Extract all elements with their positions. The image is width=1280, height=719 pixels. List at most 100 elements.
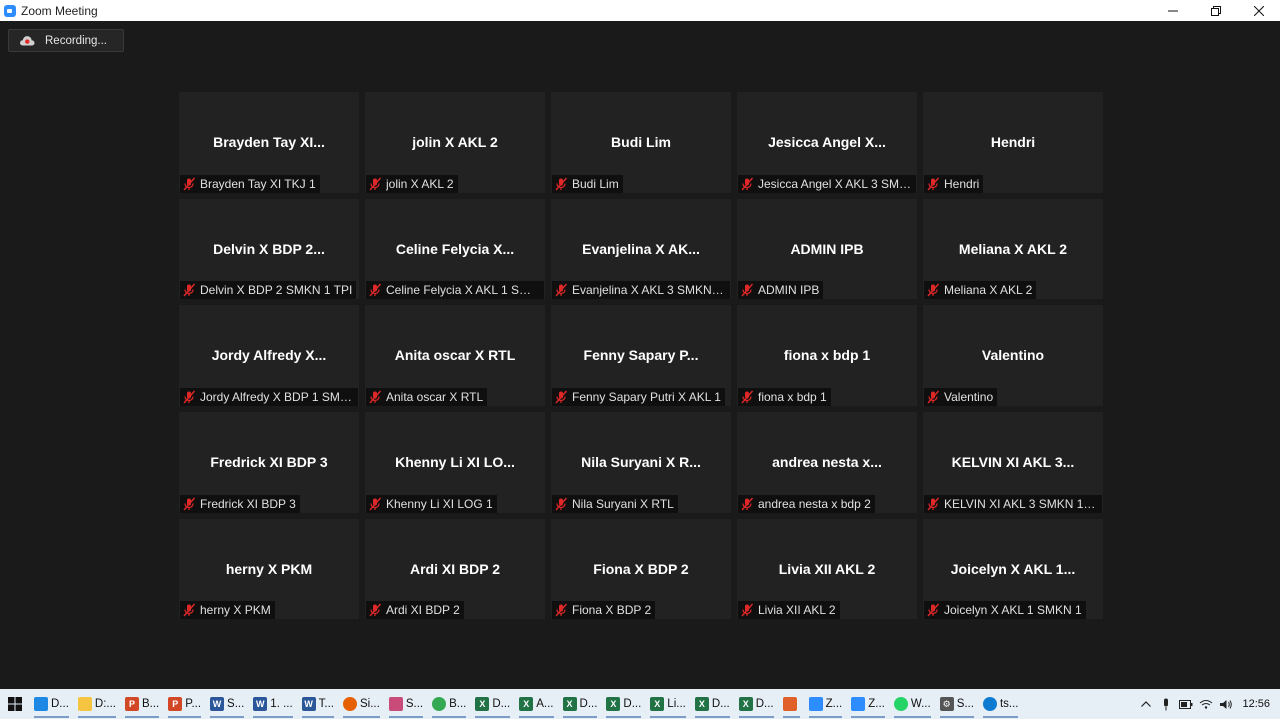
taskbar-item[interactable]: X D... — [471, 689, 514, 719]
participant-tile[interactable]: Meliana X AKL 2 Meliana X AKL 2 — [923, 198, 1103, 300]
taskbar-item[interactable]: X A... — [515, 689, 557, 719]
restore-button[interactable] — [1194, 0, 1237, 21]
minimize-button[interactable] — [1151, 0, 1194, 21]
taskbar-item[interactable]: D... — [30, 689, 73, 719]
excel-icon: X — [738, 697, 753, 711]
participant-tile[interactable]: fiona x bdp 1 fiona x bdp 1 — [737, 305, 917, 406]
speaker-icon[interactable] — [1216, 689, 1236, 719]
participant-tile[interactable]: herny X PKM herny X PKM — [179, 518, 359, 620]
start-button[interactable] — [0, 689, 30, 719]
muted-mic-icon — [927, 390, 940, 404]
participant-name-label: Nila Suryani X RTL — [552, 494, 678, 513]
participant-tile[interactable]: ADMIN IPB ADMIN IPB — [737, 198, 917, 300]
participant-label-text: Delvin X BDP 2 SMKN 1 TPI — [200, 283, 353, 298]
participant-tile[interactable]: Khenny Li XI LO... Khenny Li XI LOG 1 — [365, 412, 545, 513]
taskbar-item[interactable]: X Li... — [646, 689, 690, 719]
participant-tile[interactable]: Nila Suryani X R... Nila Suryani X RTL — [551, 412, 731, 513]
taskbar-item[interactable]: B... — [428, 689, 470, 719]
taskbar-item[interactable]: W 1. ... — [249, 689, 296, 719]
taskbar-item[interactable]: Z... — [805, 689, 847, 719]
taskbar-item[interactable]: D:... — [74, 689, 120, 719]
excel-icon: X — [519, 697, 534, 711]
zoom-icon — [808, 697, 823, 711]
taskbar-clock[interactable]: 12:56 — [1242, 698, 1270, 710]
participant-name-label: jolin X AKL 2 — [366, 174, 458, 193]
powerpoint-icon: P — [168, 697, 183, 711]
participant-tile[interactable]: Ardi XI BDP 2 Ardi XI BDP 2 — [365, 518, 545, 620]
participant-tile[interactable]: Valentino Valentino — [923, 305, 1103, 406]
recording-indicator[interactable]: Recording... — [8, 29, 124, 52]
zoom-app-icon — [4, 4, 16, 17]
taskbar-item[interactable]: X D... — [559, 689, 602, 719]
participant-tile[interactable]: Jesicca Angel X... Jesicca Angel X AKL 3… — [737, 92, 917, 193]
participant-tile[interactable]: Anita oscar X RTL Anita oscar X RTL — [365, 305, 545, 406]
taskbar-item-label: D... — [492, 698, 511, 710]
close-button[interactable] — [1237, 0, 1280, 21]
participant-label-text: Budi Lim — [572, 176, 619, 191]
participant-tile[interactable]: Delvin X BDP 2... Delvin X BDP 2 SMKN 1 … — [179, 198, 359, 300]
participant-tile[interactable]: Evanjelina X AK... Evanjelina X AKL 3 SM… — [551, 198, 731, 300]
taskbar-item[interactable]: W T... — [298, 689, 338, 719]
excel-icon: X — [475, 697, 490, 711]
participant-display-name: ADMIN IPB — [790, 240, 864, 257]
taskbar-item-label: P... — [185, 698, 202, 710]
excel-icon: X — [650, 697, 665, 711]
participant-tile[interactable]: Fredrick XI BDP 3 Fredrick XI BDP 3 — [179, 412, 359, 513]
participant-tile[interactable]: andrea nesta x... andrea nesta x bdp 2 — [737, 412, 917, 513]
participant-display-name: Fredrick XI BDP 3 — [210, 454, 328, 471]
participant-label-text: KELVIN XI AKL 3 SMKN 1 T... — [944, 496, 1098, 511]
wifi-icon[interactable] — [1196, 689, 1216, 719]
participant-tile[interactable]: Livia XII AKL 2 Livia XII AKL 2 — [737, 518, 917, 620]
chevron-up-icon[interactable] — [1136, 689, 1156, 719]
taskbar-item-label: S... — [227, 698, 245, 710]
muted-mic-icon — [555, 177, 568, 190]
desktop-icon — [34, 697, 48, 711]
muted-mic-icon — [741, 177, 754, 190]
participant-tile[interactable]: Fiona X BDP 2 Fiona X BDP 2 — [551, 518, 731, 620]
taskbar-item[interactable]: X D... — [691, 689, 734, 719]
participant-name-label: Evanjelina X AKL 3 SMKN 1... — [552, 281, 730, 300]
taskbar-item-label: 1. ... — [270, 698, 293, 710]
participant-tile[interactable]: Joicelyn X AKL 1... Joicelyn X AKL 1 SMK… — [923, 518, 1103, 620]
taskbar-item[interactable]: X D... — [735, 689, 778, 719]
participant-tile[interactable]: Fenny Sapary P... Fenny Sapary Putri X A… — [551, 305, 731, 406]
taskbar-item-label: Z... — [868, 698, 885, 710]
participant-label-text: Brayden Tay XI TKJ 1 — [200, 176, 316, 191]
close-icon — [1253, 5, 1264, 16]
participant-tile[interactable]: Jordy Alfredy X... Jordy Alfredy X BDP 1… — [179, 305, 359, 406]
participant-display-name: Celine Felycia X... — [395, 240, 515, 257]
muted-mic-icon — [927, 177, 940, 190]
taskbar-apps: D... D:... P B... P P... W S... W 1. ... W T... Si..… — [30, 689, 1023, 719]
recording-label: Recording... — [45, 34, 108, 47]
taskbar-item[interactable]: X D... — [602, 689, 645, 719]
participant-display-name: Brayden Tay XI... — [213, 134, 325, 150]
participant-tile[interactable]: Hendri Hendri — [923, 92, 1103, 193]
taskbar-item[interactable] — [779, 689, 804, 719]
taskbar-item[interactable]: P B... — [121, 689, 163, 719]
participant-tile[interactable]: jolin X AKL 2 jolin X AKL 2 — [365, 92, 545, 193]
muted-mic-icon — [741, 283, 754, 297]
muted-mic-icon — [369, 497, 382, 511]
participant-tile[interactable]: Celine Felycia X... Celine Felycia X AKL… — [365, 198, 545, 300]
microphone-icon[interactable] — [1156, 689, 1176, 719]
taskbar-item[interactable]: P P... — [164, 689, 205, 719]
taskbar-item[interactable]: S... — [385, 689, 427, 719]
taskbar-item-label: D... — [623, 698, 642, 710]
muted-mic-icon — [555, 283, 568, 297]
taskbar-item[interactable]: W... — [890, 689, 935, 719]
taskbar-item-label: A... — [536, 698, 554, 710]
taskbar-item[interactable]: Z... — [847, 689, 889, 719]
participant-label-text: herny X PKM — [200, 603, 271, 618]
word-icon: W — [210, 697, 225, 711]
participant-display-name: KELVIN XI AKL 3... — [951, 454, 1075, 471]
taskbar-item[interactable]: ts... — [979, 689, 1023, 719]
battery-icon[interactable] — [1176, 689, 1196, 719]
taskbar-item[interactable]: Si... — [339, 689, 384, 719]
snipping-icon — [388, 697, 403, 711]
taskbar-item[interactable]: W S... — [206, 689, 248, 719]
participant-tile[interactable]: Brayden Tay XI... Brayden Tay XI TKJ 1 — [179, 92, 359, 193]
taskbar-item[interactable]: ⚙ S... — [936, 689, 978, 719]
participant-tile[interactable]: Budi Lim Budi Lim — [551, 92, 731, 193]
participant-display-name: Evanjelina X AK... — [582, 240, 700, 257]
participant-tile[interactable]: KELVIN XI AKL 3... KELVIN XI AKL 3 SMKN … — [923, 412, 1103, 513]
